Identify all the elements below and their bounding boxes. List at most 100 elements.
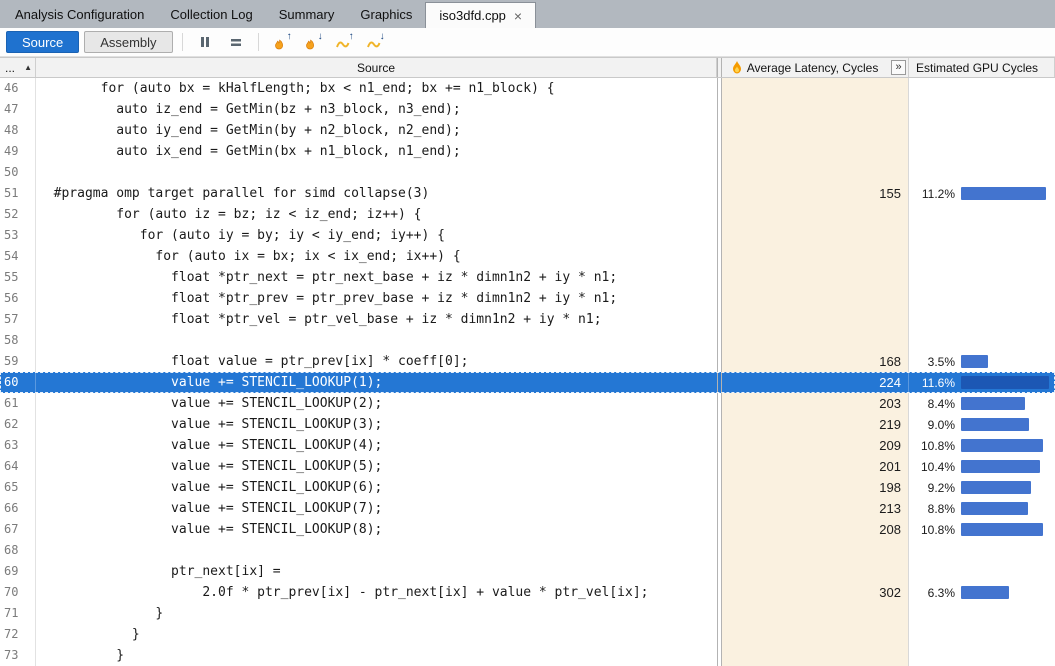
gpu-cell <box>909 645 1055 666</box>
source-row[interactable]: 55 float *ptr_next = ptr_next_base + iz … <box>0 267 1055 288</box>
line-number: 70 <box>0 582 36 603</box>
code-text: } <box>36 603 717 624</box>
source-row[interactable]: 72 } <box>0 624 1055 645</box>
source-row[interactable]: 49 auto ix_end = GetMin(bx + n1_block, n… <box>0 141 1055 162</box>
source-row[interactable]: 65 value += STENCIL_LOOKUP(6); 198 9.2% <box>0 477 1055 498</box>
jump-to-previous-hotspot-button[interactable]: ↑ <box>268 31 294 53</box>
source-row[interactable]: 62 value += STENCIL_LOOKUP(3); 219 9.0% <box>0 414 1055 435</box>
tab-label: iso3dfd.cpp <box>439 8 506 23</box>
code-text: for (auto ix = bx; ix < ix_end; ix++) { <box>36 246 717 267</box>
code-text: auto iz_end = GetMin(bz + n3_block, n3_e… <box>36 99 717 120</box>
wave-icon <box>367 35 381 50</box>
sort-ascending-icon: ▲ <box>24 63 32 72</box>
source-row[interactable]: 69 ptr_next[ix] = <box>0 561 1055 582</box>
tab-bar: Analysis Configuration Collection Log Su… <box>0 0 1055 28</box>
source-row[interactable]: 57 float *ptr_vel = ptr_vel_base + iz * … <box>0 309 1055 330</box>
tab[interactable]: Graphics <box>347 0 425 28</box>
line-number: 73 <box>0 645 36 666</box>
source-row[interactable]: 60 value += STENCIL_LOOKUP(1); 224 11.6% <box>0 372 1055 393</box>
gpu-cell: 6.3% <box>909 582 1055 603</box>
gpu-cell <box>909 246 1055 267</box>
gpu-percent: 9.2% <box>909 481 955 495</box>
source-row[interactable]: 64 value += STENCIL_LOOKUP(5); 201 10.4% <box>0 456 1055 477</box>
latency-value <box>722 309 909 330</box>
line-number: 56 <box>0 288 36 309</box>
source-row[interactable]: 68 <box>0 540 1055 561</box>
line-number: 71 <box>0 603 36 624</box>
gpu-bar <box>961 586 1009 599</box>
gpu-bar <box>961 376 1049 389</box>
code-text: for (auto bx = kHalfLength; bx < n1_end;… <box>36 78 717 99</box>
source-row[interactable]: 63 value += STENCIL_LOOKUP(4); 209 10.8% <box>0 435 1055 456</box>
latency-value <box>722 204 909 225</box>
toolbar: Source Assembly ↑ ↓ ↑ ↓ <box>0 28 1055 57</box>
source-row[interactable]: 48 auto iy_end = GetMin(by + n2_block, n… <box>0 120 1055 141</box>
code-text: value += STENCIL_LOOKUP(6); <box>36 477 717 498</box>
flame-icon <box>732 61 742 74</box>
gpu-cycles-column-header[interactable]: Estimated GPU Cycles <box>909 58 1055 77</box>
jump-to-next-loop-button[interactable]: ↓ <box>361 31 387 53</box>
gpu-cell <box>909 225 1055 246</box>
source-row[interactable]: 47 auto iz_end = GetMin(bz + n3_block, n… <box>0 99 1055 120</box>
source-row[interactable]: 58 <box>0 330 1055 351</box>
source-row[interactable]: 71 } <box>0 603 1055 624</box>
code-text: float *ptr_vel = ptr_vel_base + iz * dim… <box>36 309 717 330</box>
source-view-button[interactable]: Source <box>6 31 79 53</box>
line-number: 53 <box>0 225 36 246</box>
latency-value <box>722 78 909 99</box>
tab[interactable]: Summary <box>266 0 348 28</box>
source-row[interactable]: 70 2.0f * ptr_prev[ix] - ptr_next[ix] + … <box>0 582 1055 603</box>
latency-value <box>722 120 909 141</box>
latency-column-header[interactable]: Average Latency, Cycles » <box>722 58 909 77</box>
source-row[interactable]: 73 } <box>0 645 1055 666</box>
jump-to-previous-loop-button[interactable]: ↑ <box>330 31 356 53</box>
latency-value <box>722 246 909 267</box>
gpu-cell: 10.4% <box>909 456 1055 477</box>
flame-icon <box>305 35 318 50</box>
assembly-view-button[interactable]: Assembly <box>84 31 172 53</box>
code-text: value += STENCIL_LOOKUP(5); <box>36 456 717 477</box>
code-text: auto iy_end = GetMin(by + n2_block, n2_e… <box>36 120 717 141</box>
source-row[interactable]: 67 value += STENCIL_LOOKUP(8); 208 10.8% <box>0 519 1055 540</box>
source-column-header[interactable]: Source <box>36 58 717 77</box>
code-text <box>36 330 717 351</box>
pause-columns-button[interactable] <box>192 31 218 53</box>
source-grid: ... ▲ Source Average Latency, Cycles » E… <box>0 57 1055 666</box>
source-row[interactable]: 51 #pragma omp target parallel for simd … <box>0 183 1055 204</box>
latency-value <box>722 99 909 120</box>
source-row[interactable]: 61 value += STENCIL_LOOKUP(2); 203 8.4% <box>0 393 1055 414</box>
tab[interactable]: iso3dfd.cpp × <box>425 2 536 28</box>
gpu-cell: 11.2% <box>909 183 1055 204</box>
source-row[interactable]: 46 for (auto bx = kHalfLength; bx < n1_e… <box>0 78 1055 99</box>
gpu-percent: 11.6% <box>909 376 955 390</box>
latency-header-label: Average Latency, Cycles <box>747 61 879 75</box>
source-row[interactable]: 52 for (auto iz = bz; iz < iz_end; iz++)… <box>0 204 1055 225</box>
tab-close-icon[interactable]: × <box>514 9 522 23</box>
source-row[interactable]: 66 value += STENCIL_LOOKUP(7); 213 8.8% <box>0 498 1055 519</box>
line-number: 57 <box>0 309 36 330</box>
tab[interactable]: Analysis Configuration <box>2 0 157 28</box>
gpu-bar <box>961 502 1028 515</box>
line-number: 46 <box>0 78 36 99</box>
tab[interactable]: Collection Log <box>157 0 265 28</box>
gpu-cell <box>909 120 1055 141</box>
gpu-bar <box>961 481 1031 494</box>
gpu-cell: 11.6% <box>909 372 1055 393</box>
line-number: 52 <box>0 204 36 225</box>
jump-to-next-hotspot-button[interactable]: ↓ <box>299 31 325 53</box>
source-row[interactable]: 50 <box>0 162 1055 183</box>
latency-value <box>722 267 909 288</box>
latency-value: 208 <box>722 519 909 540</box>
gpu-bar <box>961 460 1040 473</box>
latency-value <box>722 330 909 351</box>
expand-columns-button[interactable]: » <box>891 60 906 75</box>
source-row[interactable]: 54 for (auto ix = bx; ix < ix_end; ix++)… <box>0 246 1055 267</box>
latency-value: 203 <box>722 393 909 414</box>
source-header-label: Source <box>357 61 395 75</box>
gpu-percent: 9.0% <box>909 418 955 432</box>
source-row[interactable]: 59 float value = ptr_prev[ix] * coeff[0]… <box>0 351 1055 372</box>
source-row[interactable]: 56 float *ptr_prev = ptr_prev_base + iz … <box>0 288 1055 309</box>
row-view-button[interactable] <box>223 31 249 53</box>
line-number-column-header[interactable]: ... ▲ <box>0 58 36 77</box>
source-row[interactable]: 53 for (auto iy = by; iy < iy_end; iy++)… <box>0 225 1055 246</box>
